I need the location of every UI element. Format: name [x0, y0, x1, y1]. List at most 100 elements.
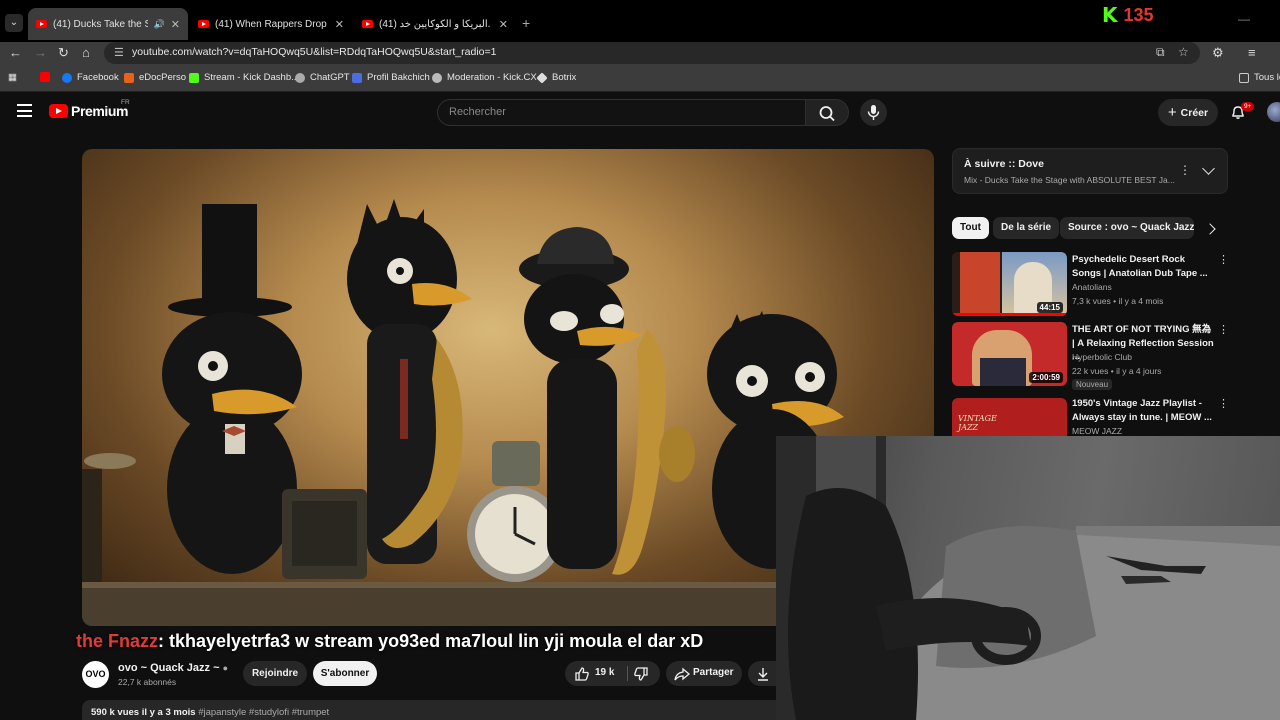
- more-options-icon[interactable]: ⋮: [1179, 163, 1191, 177]
- voice-search-button[interactable]: [860, 99, 887, 126]
- playlist-up-next[interactable]: À suivre :: Dove Mix - Ducks Take the St…: [952, 148, 1228, 194]
- chip-series[interactable]: De la série: [993, 217, 1060, 239]
- bookmarks-folder[interactable]: Tous le: [1239, 72, 1280, 83]
- edocperso-icon: [124, 72, 134, 83]
- share-label: Partager: [693, 667, 734, 678]
- watch-progress-bar: [952, 313, 1067, 316]
- rec-meta: 7,3 k vues • il y a 4 mois: [1072, 296, 1164, 306]
- up-next-subtitle: Mix - Ducks Take the Stage with ABSOLUTE…: [964, 175, 1175, 185]
- chevron-down-icon[interactable]: [1202, 162, 1215, 175]
- bookmark-facebook[interactable]: Facebook: [62, 72, 119, 83]
- close-icon[interactable]: ✕: [499, 18, 508, 31]
- thumb-japanese-poster: [960, 252, 1000, 316]
- more-options-icon[interactable]: ⋮: [1218, 253, 1229, 266]
- folder-icon: [1239, 72, 1249, 83]
- search-button[interactable]: [806, 99, 849, 126]
- mic-icon: [867, 105, 880, 120]
- reading-list-icon[interactable]: ≡: [1248, 45, 1256, 60]
- bookmark-profil-bakchich[interactable]: Profil Bakchich: [352, 72, 430, 83]
- tab-title: (41) الزطلة .البريكا و الكوكايين خد: [379, 18, 493, 30]
- rec-thumbnail[interactable]: VINTAGE JAZZ: [952, 398, 1067, 436]
- create-button[interactable]: + Créer: [1158, 99, 1218, 126]
- more-options-icon[interactable]: ⋮: [1218, 397, 1229, 410]
- install-app-icon[interactable]: ⧉: [1156, 45, 1165, 60]
- reload-icon[interactable]: ↻: [58, 45, 69, 61]
- address-bar[interactable]: ☰ youtube.com/watch?v=dqTaHOQwq5U&list=R…: [104, 42, 1200, 64]
- rec-thumbnail[interactable]: 2:00:59: [952, 322, 1067, 386]
- speaker-icon[interactable]: 🔊: [154, 19, 165, 30]
- description-meta: 590 k vues il y a 3 mois #japanstyle #st…: [91, 707, 329, 718]
- webcam-frame: [776, 436, 1280, 720]
- bookmark-kick-dashboard[interactable]: Stream - Kick Dashb...: [189, 72, 299, 83]
- back-icon[interactable]: ←: [9, 45, 22, 60]
- subscriber-count: 22,7 k abonnés: [118, 677, 177, 687]
- verified-icon: ●: [222, 663, 228, 673]
- close-icon[interactable]: ✕: [335, 18, 344, 31]
- join-button[interactable]: Rejoindre: [243, 661, 307, 686]
- youtube-favicon-icon: [36, 20, 47, 28]
- menu-icon[interactable]: [17, 104, 32, 117]
- minimize-icon[interactable]: —: [1238, 12, 1250, 26]
- moderation-icon: [432, 72, 442, 83]
- channel-avatar[interactable]: OVO: [82, 661, 109, 688]
- rec-meta: 22 k vues • il y a 4 jours: [1072, 366, 1162, 376]
- bakchich-icon: [352, 72, 362, 83]
- kick-viewer-count: 135: [1123, 4, 1154, 25]
- share-button[interactable]: Partager: [666, 661, 742, 686]
- close-icon[interactable]: ✕: [171, 18, 180, 31]
- search-input[interactable]: Rechercher: [437, 99, 806, 126]
- bookmark-edocperso[interactable]: eDocPerso: [124, 72, 186, 83]
- bookmarks-bar: ▦ Facebook eDocPerso Stream - Kick Dashb…: [0, 66, 1280, 92]
- rec-channel[interactable]: Hyperbolic Club: [1072, 352, 1132, 362]
- channel-name[interactable]: ovo ~ Quack Jazz ~ ●: [118, 662, 228, 674]
- forward-icon[interactable]: →: [34, 45, 47, 60]
- thumbs-up-icon[interactable]: [574, 666, 590, 681]
- channel-name-text: ovo ~ Quack Jazz ~: [118, 662, 220, 674]
- chip-all[interactable]: Tout: [952, 217, 989, 239]
- bookmark-chatgpt[interactable]: ChatGPT: [295, 72, 350, 83]
- browser-tab-bar: ⌄ (41) Ducks Take the Stage w 🔊 ✕ (41) W…: [0, 0, 1280, 42]
- bookmark-star-icon[interactable]: ☆: [1178, 45, 1189, 59]
- bookmark-moderation[interactable]: Moderation - Kick.CX: [432, 72, 537, 83]
- youtube-premium-logo[interactable]: Premium: [49, 103, 129, 119]
- like-dislike-group: 19 k: [565, 661, 660, 686]
- more-options-icon[interactable]: ⋮: [1218, 323, 1229, 336]
- tab-search-icon[interactable]: ⌄: [5, 14, 23, 32]
- region-code: FR: [121, 99, 130, 106]
- rec-thumbnail[interactable]: 44:15: [952, 252, 1067, 316]
- tab-arabic[interactable]: (41) الزطلة .البريكا و الكوكايين خد ✕: [354, 8, 516, 40]
- chevron-right-icon[interactable]: [1204, 223, 1216, 235]
- views-and-age: 590 k vues il y a 3 mois: [91, 707, 196, 718]
- youtube-icon: [40, 72, 50, 82]
- tab-rappers[interactable]: (41) When Rappers Drop Rand ✕: [190, 8, 352, 40]
- url-text: youtube.com/watch?v=dqTaHOQwq5U&list=RDd…: [132, 46, 497, 58]
- kick-logo-icon: K: [1102, 3, 1118, 27]
- rec-title[interactable]: 1950's Vintage Jazz Playlist - Always st…: [1072, 397, 1214, 424]
- avatar[interactable]: [1267, 102, 1280, 122]
- bookmark-youtube[interactable]: [40, 72, 50, 82]
- subscribe-button[interactable]: S'abonner: [313, 661, 377, 686]
- up-next-title: À suivre :: Dove: [964, 158, 1044, 170]
- rec-title[interactable]: Psychedelic Desert Rock Songs | Anatolia…: [1072, 253, 1214, 280]
- hashtags[interactable]: #japanstyle #studylofi #trumpet: [198, 707, 329, 718]
- chip-source[interactable]: Source : ovo ~ Quack Jazz ~: [1060, 217, 1194, 239]
- bookmark-botrix[interactable]: Botrix: [536, 71, 576, 84]
- thumbs-down-icon[interactable]: [633, 667, 649, 682]
- tab-title: (41) When Rappers Drop Rand: [215, 18, 329, 30]
- new-badge: Nouveau: [1072, 379, 1113, 390]
- new-tab-plus-icon[interactable]: +: [522, 15, 530, 31]
- like-count[interactable]: 19 k: [595, 667, 614, 678]
- extensions-icon[interactable]: ⚙: [1212, 45, 1224, 61]
- youtube-logo-icon: [49, 104, 68, 118]
- rec-channel[interactable]: Anatolians: [1072, 282, 1112, 292]
- bookmark-label: Stream - Kick Dashb...: [204, 72, 300, 83]
- rec-channel[interactable]: MEOW JAZZ: [1072, 426, 1122, 436]
- plus-icon: +: [1167, 104, 1177, 121]
- home-icon[interactable]: ⌂: [82, 45, 90, 60]
- apps-grid-icon[interactable]: ▦: [8, 72, 17, 83]
- video-duration: 2:00:59: [1029, 372, 1063, 383]
- bookmark-label: Moderation - Kick.CX: [447, 72, 537, 83]
- site-info-icon[interactable]: ☰: [114, 46, 124, 59]
- tab-ducks[interactable]: (41) Ducks Take the Stage w 🔊 ✕: [28, 8, 188, 40]
- bookmark-label: eDocPerso: [139, 72, 186, 83]
